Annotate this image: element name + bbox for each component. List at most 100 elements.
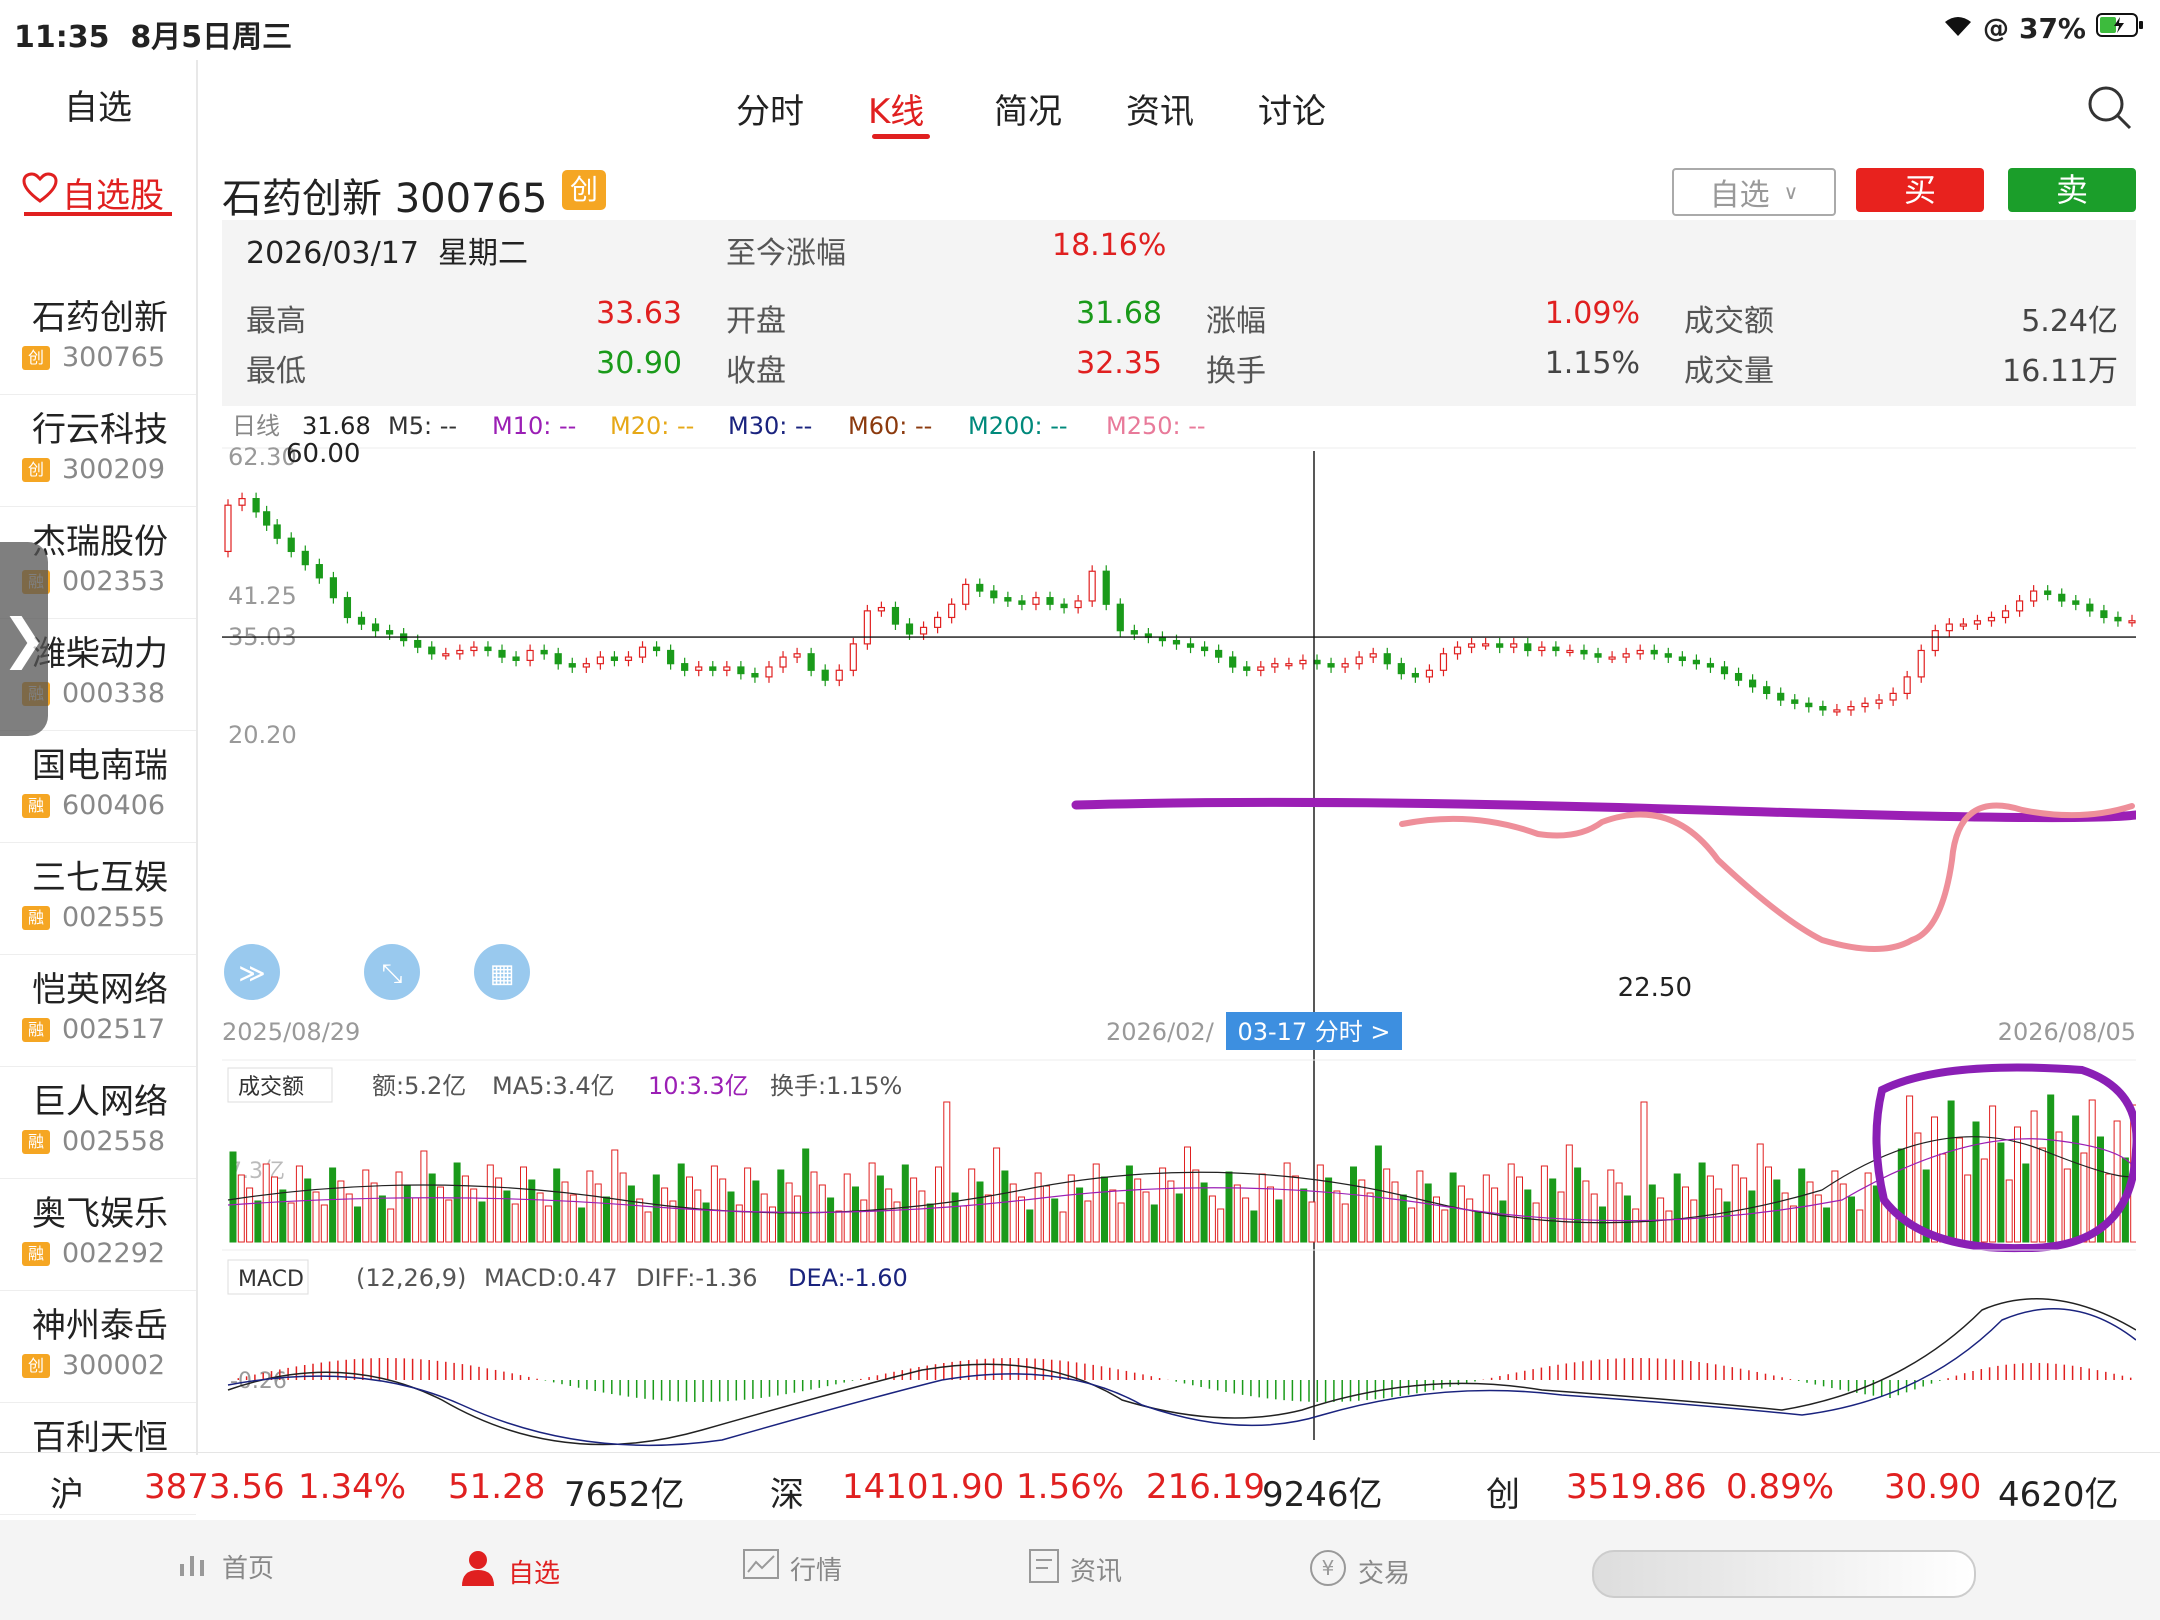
candle-body [2086,603,2094,612]
candle-body [751,672,759,678]
volume-bar [885,1188,893,1243]
volume-bar [254,1200,262,1243]
volume-bar [1341,1203,1349,1243]
ma-legend-item: M60: -- [848,412,932,440]
tab-timeshare[interactable]: 分时 [736,84,804,133]
candle-body [1917,649,1925,678]
watchlist-dropdown[interactable]: 自选 ∨ [1672,168,1836,216]
high-price-marker: 60.00 [286,439,360,469]
candle-body [414,639,422,648]
volume-bar [1192,1169,1200,1243]
sidebar-item-9[interactable]: 神州泰岳创 300002 [0,1290,196,1403]
volume-bar [561,1181,569,1243]
cy-index-chg: 30.90 [1884,1467,1982,1507]
search-icon[interactable] [2086,84,2134,136]
candle-body [821,669,829,681]
volume-bar [1159,1167,1167,1243]
nav-watchlist[interactable]: 自选 [458,1548,560,1595]
candle-body [1945,623,1953,632]
tab-kline[interactable]: K线 [868,84,924,133]
volume-turnover: 换手:1.15% [770,1072,902,1100]
volume-bar [619,1172,627,1243]
volume-bar [520,1166,527,1243]
sidebar-item-7[interactable]: 巨人网络融 002558 [0,1066,196,1179]
nav-trade[interactable]: ¥ 交易 [1308,1548,1410,1595]
candle-body [1678,656,1686,661]
volume-amount: 额:5.2亿 [372,1072,466,1100]
cursor-date-label: 03-17 分时 > [1237,1018,1390,1046]
battery-percent: 37% [2018,12,2086,45]
volume-bar [395,1171,403,1243]
candle-body [905,623,914,635]
volume-bar [1084,1200,1092,1243]
volume-bar [1391,1181,1399,1243]
sidebar-item-tag: 创 [22,458,50,482]
volume-bar [1457,1185,1465,1243]
sz-index-amount: 9246亿 [1262,1475,1383,1515]
volume-bar [827,1197,835,1243]
volume-bar [1416,1170,1424,1243]
sidebar-item-tag: 创 [22,346,50,370]
volume-bar [354,1206,361,1243]
volume-bar [1565,1144,1573,1243]
expand-sidebar-handle[interactable]: ❯ [0,542,48,736]
kline-chart-svg[interactable]: 日线 31.68 M5: -- M10: -- M20: -- M30: -- M60: -… [222,410,2141,1450]
sidebar-title: 自选 [64,88,132,128]
sidebar-item-6[interactable]: 恺英网络融 002517 [0,954,196,1067]
tab-news[interactable]: 资讯 [1126,84,1194,133]
volume-bar [1200,1182,1208,1243]
volume-bar [1374,1145,1382,1243]
volume-bar [403,1184,411,1243]
candle-body [835,669,843,681]
document-icon [1028,1548,1060,1591]
candle-body [962,583,970,605]
volume-bar [1034,1172,1042,1243]
sidebar-item-code: 300765 [62,342,166,373]
volume-bar [843,1173,851,1243]
volume-bar [1864,1172,1872,1243]
index-ticker-bar[interactable]: 沪 3873.56 1.34% 51.28 7652亿 深 14101.90 1… [0,1452,2160,1521]
candle-body [1664,653,1672,658]
candle-body [1749,679,1757,688]
kline-chart-area[interactable]: 日线 31.68 M5: -- M10: -- M20: -- M30: -- M60: -… [222,410,2141,1450]
candle-body [1524,643,1532,652]
volume-bar [1532,1202,1540,1243]
sidebar-item-8[interactable]: 奥飞娱乐融 002292 [0,1178,196,1291]
sidebar-item-code: 002292 [62,1238,166,1269]
volume-bar [744,1167,752,1243]
volume-bar [918,1190,926,1243]
sell-button[interactable]: 卖 [2008,168,2136,212]
volume-bar [951,1192,959,1243]
volume-bar [1997,1142,2005,1243]
volume-bar [1225,1171,1233,1243]
nav-home[interactable]: 首页 [176,1548,274,1585]
chart-control-icon: ▦ [490,959,515,989]
candle-body [1453,646,1462,655]
candle-body [263,511,271,526]
sidebar-item-5[interactable]: 三七互娱融 002555 [0,842,196,955]
sidebar-item-1[interactable]: 行云科技创 300209 [0,394,196,507]
volume-bar [1516,1176,1523,1243]
volume-bar [1599,1206,1606,1243]
volume-bar [437,1186,444,1243]
volume-bar [1424,1183,1432,1243]
nav-news[interactable]: 资讯 [1028,1548,1122,1591]
volume-bar [1441,1209,1449,1243]
sidebar-item-0[interactable]: 石药创新创 300765 [0,282,196,395]
watchlist-tab[interactable]: 自选股 [22,168,164,217]
volume-bar [279,1189,287,1243]
active-tab-underline [872,134,930,139]
volume-bar [1300,1188,1308,1243]
volume-bar [1806,1181,1814,1243]
candle-body [1861,702,1869,708]
sidebar-item-tag: 融 [22,1242,50,1266]
buy-button[interactable]: 买 [1856,168,1984,212]
volume-bar [1076,1187,1084,1243]
quote-label: 涨幅 [1206,304,1266,339]
sidebar-item-4[interactable]: 国电南瑞融 600406 [0,730,196,843]
volume-bar [1217,1208,1225,1243]
nav-market[interactable]: 行情 [742,1548,842,1589]
tab-overview[interactable]: 简况 [994,84,1062,133]
candle-body [238,498,246,506]
tab-discussion[interactable]: 讨论 [1258,84,1326,133]
